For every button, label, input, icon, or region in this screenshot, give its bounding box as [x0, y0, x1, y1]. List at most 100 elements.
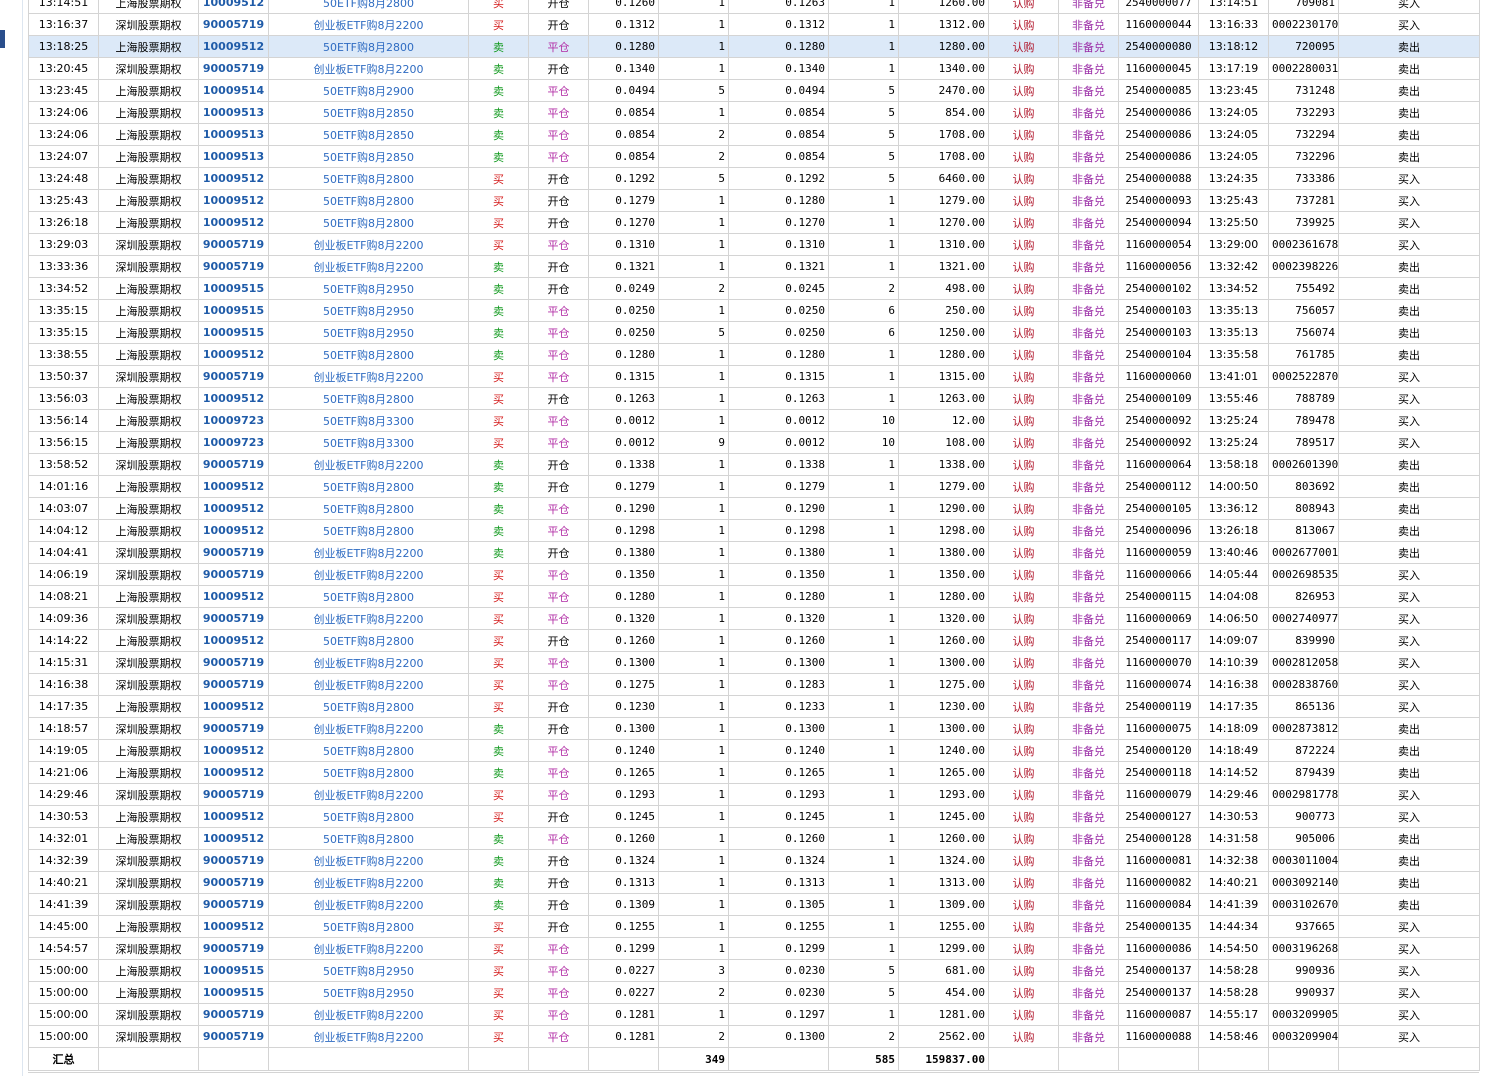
deal-no-cell: 755492: [1268, 277, 1339, 300]
open-close-cell: 开仓: [528, 915, 589, 938]
cover-flag-cell: 非备兑: [1058, 0, 1119, 14]
order-time-cell: 14:41:39: [1198, 893, 1269, 916]
contract-code-cell: 90005719: [198, 893, 269, 916]
deal-amount-cell: 1270.00: [898, 211, 989, 234]
table-row[interactable]: 13:35:15 上海股票期权 10009515 50ETF购8月2950 卖平仓 0.0…: [28, 299, 1480, 322]
table-row[interactable]: 14:40:21 深圳股票期权 90005719 创业板ETF购8月2200 卖开仓 0.…: [28, 871, 1480, 894]
cover-flag-cell: 非备兑: [1058, 849, 1119, 872]
deal-no-cell: 937665: [1268, 915, 1339, 938]
cover-flag-cell: 非备兑: [1058, 167, 1119, 190]
table-row[interactable]: 13:16:37 深圳股票期权 90005719 创业板ETF购8月2200 买开仓 0.…: [28, 13, 1480, 36]
table-row[interactable]: 14:32:01 上海股票期权 10009512 50ETF购8月2800 卖平仓 0.1…: [28, 827, 1480, 850]
deal-amount-cell: 1300.00: [898, 651, 989, 674]
table-row[interactable]: 14:01:16 上海股票期权 10009512 50ETF购8月2800 卖开仓 0.1…: [28, 475, 1480, 498]
table-row[interactable]: 14:19:05 上海股票期权 10009512 50ETF购8月2800 卖平仓 0.1…: [28, 739, 1480, 762]
table-row[interactable]: 14:03:07 上海股票期权 10009512 50ETF购8月2800 卖平仓 0.1…: [28, 497, 1480, 520]
table-row[interactable]: 14:45:00 上海股票期权 10009512 50ETF购8月2800 买开仓 0.1…: [28, 915, 1480, 938]
table-row[interactable]: 13:18:25 上海股票期权 10009512 50ETF购8月2800 卖平仓 0.1…: [28, 35, 1480, 58]
buy-sell-cell: 买: [468, 167, 529, 190]
deal-time-cell: 14:41:39: [28, 893, 99, 916]
table-row[interactable]: 13:23:45 上海股票期权 10009514 50ETF购8月2900 卖平仓 0.0…: [28, 79, 1480, 102]
table-row[interactable]: 13:20:45 深圳股票期权 90005719 创业板ETF购8月2200 卖开仓 0.…: [28, 57, 1480, 80]
table-row[interactable]: 15:00:00 深圳股票期权 90005719 创业板ETF购8月2200 买平仓 0.…: [28, 1025, 1480, 1048]
table-row[interactable]: 13:50:37 深圳股票期权 90005719 创业板ETF购8月2200 买平仓 0.…: [28, 365, 1480, 388]
table-row[interactable]: 13:58:52 深圳股票期权 90005719 创业板ETF购8月2200 卖开仓 0.…: [28, 453, 1480, 476]
open-close-cell: 平仓: [528, 365, 589, 388]
exchange-cell: 深圳股票期权: [98, 57, 199, 80]
table-row[interactable]: 14:54:57 深圳股票期权 90005719 创业板ETF购8月2200 买平仓 0.…: [28, 937, 1480, 960]
order-qty-cell: 1: [828, 585, 899, 608]
table-row[interactable]: 14:04:12 上海股票期权 10009512 50ETF购8月2800 卖平仓 0.1…: [28, 519, 1480, 542]
summary-label: 汇总: [28, 1047, 99, 1071]
contract-code-cell: 10009512: [198, 585, 269, 608]
table-row[interactable]: 14:41:39 深圳股票期权 90005719 创业板ETF购8月2200 卖开仓 0.…: [28, 893, 1480, 916]
deal-time-cell: 13:26:18: [28, 211, 99, 234]
table-row[interactable]: 14:15:31 深圳股票期权 90005719 创业板ETF购8月2200 买平仓 0.…: [28, 651, 1480, 674]
table-row[interactable]: 14:32:39 深圳股票期权 90005719 创业板ETF购8月2200 卖开仓 0.…: [28, 849, 1480, 872]
contract-name-cell: 50ETF购8月2950: [268, 321, 469, 344]
order-account-cell: 1160000074: [1118, 673, 1199, 696]
table-row[interactable]: 13:38:55 上海股票期权 10009512 50ETF购8月2800 卖平仓 0.1…: [28, 343, 1480, 366]
exchange-cell: 上海股票期权: [98, 145, 199, 168]
table-row[interactable]: 15:00:00 深圳股票期权 90005719 创业板ETF购8月2200 买平仓 0.…: [28, 1003, 1480, 1026]
order-qty-cell: 1: [828, 563, 899, 586]
contract-name-cell: 创业板ETF购8月2200: [268, 673, 469, 696]
table-row[interactable]: 14:16:38 深圳股票期权 90005719 创业板ETF购8月2200 买平仓 0.…: [28, 673, 1480, 696]
table-row[interactable]: 14:30:53 上海股票期权 10009512 50ETF购8月2800 买开仓 0.1…: [28, 805, 1480, 828]
deal-amount-cell: 1230.00: [898, 695, 989, 718]
cover-flag-cell: 非备兑: [1058, 585, 1119, 608]
option-type-cell: 认购: [988, 607, 1059, 630]
buy-sell-cell: 买: [468, 651, 529, 674]
option-type-cell: 认购: [988, 101, 1059, 124]
table-row[interactable]: 13:24:06 上海股票期权 10009513 50ETF购8月2850 卖平仓 0.0…: [28, 123, 1480, 146]
table-row[interactable]: 14:04:41 深圳股票期权 90005719 创业板ETF购8月2200 卖开仓 0.…: [28, 541, 1480, 564]
direction-cell: 卖出: [1338, 453, 1480, 476]
table-row[interactable]: 13:26:18 上海股票期权 10009512 50ETF购8月2800 买开仓 0.1…: [28, 211, 1480, 234]
table-row[interactable]: 14:17:35 上海股票期权 10009512 50ETF购8月2800 买开仓 0.1…: [28, 695, 1480, 718]
table-row[interactable]: 14:18:57 深圳股票期权 90005719 创业板ETF购8月2200 卖开仓 0.…: [28, 717, 1480, 740]
table-row[interactable]: 13:24:07 上海股票期权 10009513 50ETF购8月2850 卖平仓 0.0…: [28, 145, 1480, 168]
table-row[interactable]: 13:35:15 上海股票期权 10009515 50ETF购8月2950 卖平仓 0.0…: [28, 321, 1480, 344]
cover-flag-cell: 非备兑: [1058, 299, 1119, 322]
table-row[interactable]: 14:06:19 深圳股票期权 90005719 创业板ETF购8月2200 买平仓 0.…: [28, 563, 1480, 586]
table-row[interactable]: 13:25:43 上海股票期权 10009512 50ETF购8月2800 买开仓 0.1…: [28, 189, 1480, 212]
panel-tab-marker[interactable]: [0, 30, 5, 48]
cover-flag-cell: 非备兑: [1058, 145, 1119, 168]
table-row[interactable]: 13:14:51 上海股票期权 10009512 50ETF购8月2800 买开仓 0.1…: [28, 0, 1480, 14]
contract-name-cell: 创业板ETF购8月2200: [268, 849, 469, 872]
table-row[interactable]: 13:56:14 上海股票期权 10009723 50ETF购8月3300 买平仓 0.0…: [28, 409, 1480, 432]
table-row[interactable]: 13:29:03 深圳股票期权 90005719 创业板ETF购8月2200 买平仓 0.…: [28, 233, 1480, 256]
exchange-cell: 深圳股票期权: [98, 453, 199, 476]
cover-flag-cell: 非备兑: [1058, 893, 1119, 916]
table-row[interactable]: 14:21:06 上海股票期权 10009512 50ETF购8月2800 卖平仓 0.1…: [28, 761, 1480, 784]
option-type-cell: 认购: [988, 1025, 1059, 1048]
table-row[interactable]: 13:24:48 上海股票期权 10009512 50ETF购8月2800 买开仓 0.1…: [28, 167, 1480, 190]
table-row[interactable]: 13:56:03 上海股票期权 10009512 50ETF购8月2800 买开仓 0.1…: [28, 387, 1480, 410]
deal-price-cell: 0.1263: [588, 387, 659, 410]
table-row[interactable]: 14:29:46 深圳股票期权 90005719 创业板ETF购8月2200 买平仓 0.…: [28, 783, 1480, 806]
order-time-cell: 13:25:50: [1198, 211, 1269, 234]
deal-qty-cell: 1: [658, 299, 729, 322]
table-row[interactable]: 13:24:06 上海股票期权 10009513 50ETF购8月2850 卖平仓 0.0…: [28, 101, 1480, 124]
table-row[interactable]: 15:00:00 上海股票期权 10009515 50ETF购8月2950 买平仓 0.0…: [28, 959, 1480, 982]
buy-sell-cell: 卖: [468, 761, 529, 784]
deal-no-cell: 803692: [1268, 475, 1339, 498]
table-row[interactable]: 15:00:00 上海股票期权 10009515 50ETF购8月2950 买平仓 0.0…: [28, 981, 1480, 1004]
table-row[interactable]: 13:34:52 上海股票期权 10009515 50ETF购8月2950 卖开仓 0.0…: [28, 277, 1480, 300]
deal-price-cell: 0.1260: [588, 629, 659, 652]
table-row[interactable]: 13:33:36 深圳股票期权 90005719 创业板ETF购8月2200 卖开仓 0.…: [28, 255, 1480, 278]
deal-time-cell: 14:06:19: [28, 563, 99, 586]
contract-name-cell: 50ETF购8月2800: [268, 827, 469, 850]
table-row[interactable]: 14:09:36 深圳股票期权 90005719 创业板ETF购8月2200 买平仓 0.…: [28, 607, 1480, 630]
order-time-cell: 13:24:05: [1198, 123, 1269, 146]
deal-price-cell: 0.0227: [588, 959, 659, 982]
deal-amount-cell: 1290.00: [898, 497, 989, 520]
direction-cell: 买入: [1338, 1003, 1480, 1026]
avg-price-cell: 0.1315: [728, 365, 829, 388]
table-row[interactable]: 13:56:15 上海股票期权 10009723 50ETF购8月3300 买平仓 0.0…: [28, 431, 1480, 454]
deal-time-cell: 13:24:06: [28, 101, 99, 124]
table-row[interactable]: 14:14:22 上海股票期权 10009512 50ETF购8月2800 买开仓 0.1…: [28, 629, 1480, 652]
order-time-cell: 14:30:53: [1198, 805, 1269, 828]
avg-price-cell: 0.1312: [728, 13, 829, 36]
table-row[interactable]: 14:08:21 上海股票期权 10009512 50ETF购8月2800 买平仓 0.1…: [28, 585, 1480, 608]
